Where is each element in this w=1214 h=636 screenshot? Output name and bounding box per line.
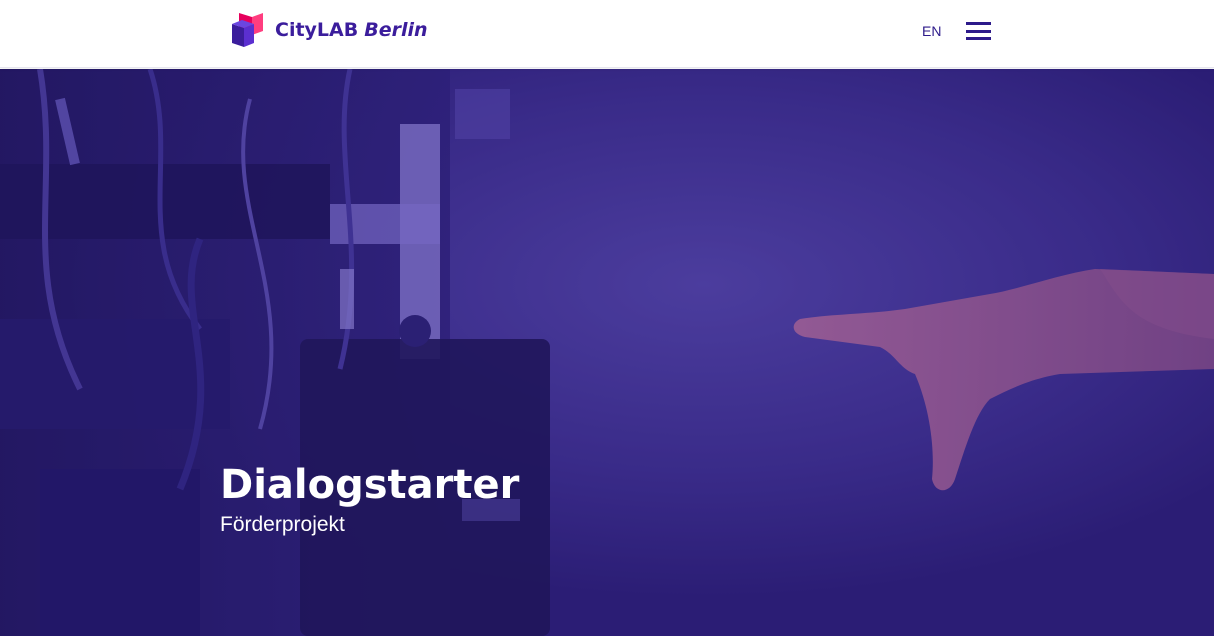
- hero-banner: Dialogstarter Förderprojekt: [0, 69, 1214, 636]
- hamburger-line: [966, 29, 991, 33]
- site-header: CityLAB Berlin EN: [0, 0, 1214, 68]
- hero-title: Dialogstarter: [220, 462, 520, 508]
- hamburger-line: [966, 37, 991, 40]
- citylab-logo-mark-icon: [232, 13, 263, 47]
- hamburger-menu-button[interactable]: [966, 22, 994, 40]
- citylab-logo-link[interactable]: CityLAB Berlin: [230, 11, 428, 49]
- hero-subtitle: Förderprojekt: [220, 513, 345, 536]
- language-switch-link[interactable]: EN: [922, 22, 941, 40]
- hamburger-line: [966, 22, 991, 25]
- hero-background-image: [0, 69, 1214, 636]
- logo-wordmark: CityLAB Berlin: [275, 18, 428, 41]
- logo-city-text: Berlin: [364, 18, 428, 41]
- logo-brand-text: CityLAB: [275, 18, 359, 41]
